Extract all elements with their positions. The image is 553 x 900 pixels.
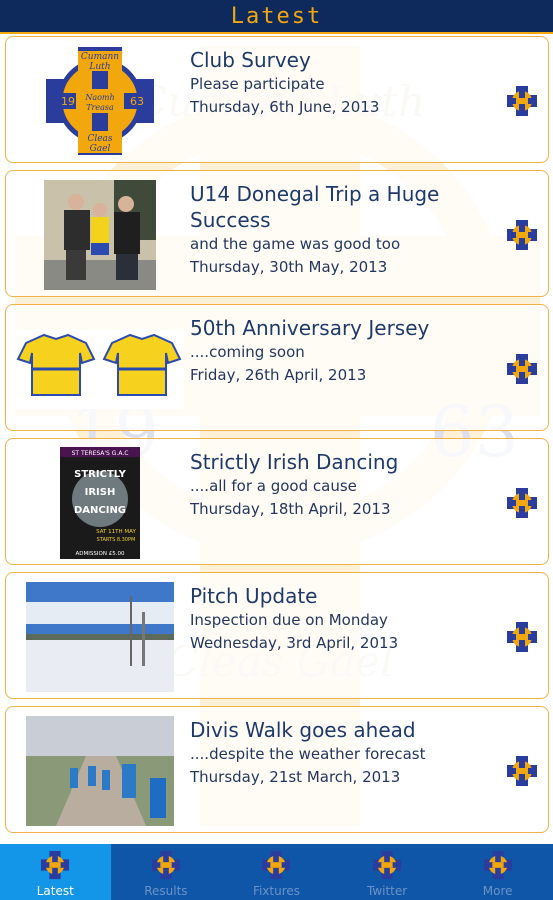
news-thumbnail (16, 581, 184, 692)
news-title: Pitch Update (190, 584, 318, 608)
crest-arrow-icon[interactable] (506, 85, 538, 117)
svg-text:ST TERESA'S G.A.C: ST TERESA'S G.A.C (72, 450, 129, 457)
news-item[interactable]: ST TERESA'S G.A.C STRICTLY IRISH DANCING… (5, 438, 549, 565)
svg-text:Luth: Luth (88, 62, 110, 72)
news-item[interactable]: Pitch Update Inspection due on Monday We… (5, 572, 549, 699)
news-item[interactable]: Cumann Luth Naomh Treasa 19 63 Cleas Gae… (5, 36, 549, 163)
crest-icon (151, 850, 180, 880)
svg-text:Gael: Gael (90, 144, 111, 154)
news-item[interactable]: U14 Donegal Trip a Huge Success and the … (5, 170, 549, 297)
svg-text:Cumann: Cumann (81, 52, 119, 62)
news-date: Thursday, 6th June, 2013 (190, 98, 380, 116)
news-subtitle: and the game was good too (190, 235, 401, 253)
tab-label: More (482, 884, 513, 898)
news-date: Thursday, 30th May, 2013 (190, 258, 388, 276)
app-header: Latest (0, 0, 553, 34)
svg-text:Treasa: Treasa (86, 103, 114, 112)
news-text: Strictly Irish Dancing ....all for a goo… (190, 449, 490, 521)
news-date: Thursday, 21st March, 2013 (190, 768, 401, 786)
svg-text:STRICTLY: STRICTLY (74, 469, 126, 480)
news-title: Strictly Irish Dancing (190, 450, 399, 474)
svg-text:ADMISSION £5.00: ADMISSION £5.00 (76, 551, 125, 557)
svg-text:SAT 11TH MAY: SAT 11TH MAY (96, 529, 136, 535)
news-text: 50th Anniversary Jersey ....coming soon … (190, 315, 490, 387)
svg-text:STARTS 8.30PM: STARTS 8.30PM (97, 537, 136, 543)
team-photo-image (44, 179, 156, 290)
page-title: Latest (230, 3, 323, 29)
snowy-pitch-image (26, 581, 174, 692)
crest-icon (262, 850, 291, 880)
news-subtitle: Please participate (190, 75, 325, 93)
crest-arrow-icon[interactable] (506, 621, 538, 653)
news-thumbnail (16, 313, 184, 424)
news-title: Club Survey (190, 48, 311, 72)
news-subtitle: ....despite the weather forecast (190, 745, 426, 763)
crest-arrow-icon[interactable] (506, 353, 538, 385)
news-thumbnail (16, 179, 184, 290)
bottom-tab-bar: Latest Results Fixtures Twitter More (0, 844, 553, 900)
news-thumbnail: Cumann Luth Naomh Treasa 19 63 Cleas Gae… (16, 45, 184, 156)
news-text: Divis Walk goes ahead ....despite the we… (190, 717, 490, 789)
crest-icon (373, 850, 402, 880)
tab-label: Results (144, 884, 188, 898)
news-title: U14 Donegal Trip a Huge Success (190, 182, 440, 232)
news-thumbnail: ST TERESA'S G.A.C STRICTLY IRISH DANCING… (16, 446, 184, 559)
news-title: Divis Walk goes ahead (190, 718, 416, 742)
news-text: U14 Donegal Trip a Huge Success and the … (190, 181, 490, 279)
news-subtitle: Inspection due on Monday (190, 611, 388, 629)
club-crest-image: Cumann Luth Naomh Treasa 19 63 Cleas Gae… (46, 46, 154, 155)
crest-arrow-icon[interactable] (506, 487, 538, 519)
news-text: Club Survey Please participate Thursday,… (190, 47, 490, 119)
news-list[interactable]: Cumann Luth Naomh Treasa 19 63 Cleas Gae… (0, 36, 553, 844)
news-subtitle: ....all for a good cause (190, 477, 357, 495)
tab-twitter[interactable]: Twitter (332, 844, 443, 900)
walkers-image (26, 715, 174, 826)
tab-label: Latest (36, 884, 74, 898)
tab-fixtures[interactable]: Fixtures (221, 844, 332, 900)
crest-icon (483, 850, 512, 880)
svg-text:IRISH: IRISH (85, 487, 116, 498)
svg-text:DANCING: DANCING (74, 505, 126, 516)
crest-arrow-icon[interactable] (506, 755, 538, 787)
news-thumbnail (16, 715, 184, 826)
crest-arrow-icon[interactable] (506, 219, 538, 251)
tab-latest[interactable]: Latest (0, 844, 111, 900)
news-item[interactable]: 50th Anniversary Jersey ....coming soon … (5, 304, 549, 431)
tab-label: Twitter (366, 884, 408, 898)
news-subtitle: ....coming soon (190, 343, 305, 361)
svg-text:Cleas: Cleas (87, 134, 112, 144)
jerseys-image (16, 328, 184, 409)
news-item[interactable]: Divis Walk goes ahead ....despite the we… (5, 706, 549, 833)
svg-text:Naomh: Naomh (84, 93, 114, 102)
tab-label: Fixtures (252, 884, 301, 898)
dancing-poster-image: ST TERESA'S G.A.C STRICTLY IRISH DANCING… (60, 446, 140, 559)
tab-results[interactable]: Results (111, 844, 222, 900)
news-title: 50th Anniversary Jersey (190, 316, 430, 340)
news-date: Thursday, 18th April, 2013 (190, 500, 391, 518)
tab-more[interactable]: More (442, 844, 553, 900)
news-date: Wednesday, 3rd April, 2013 (190, 634, 399, 652)
crest-icon (41, 850, 70, 880)
svg-text:19: 19 (61, 95, 75, 108)
news-text: Pitch Update Inspection due on Monday We… (190, 583, 490, 655)
news-date: Friday, 26th April, 2013 (190, 366, 367, 384)
svg-text:63: 63 (130, 95, 144, 108)
